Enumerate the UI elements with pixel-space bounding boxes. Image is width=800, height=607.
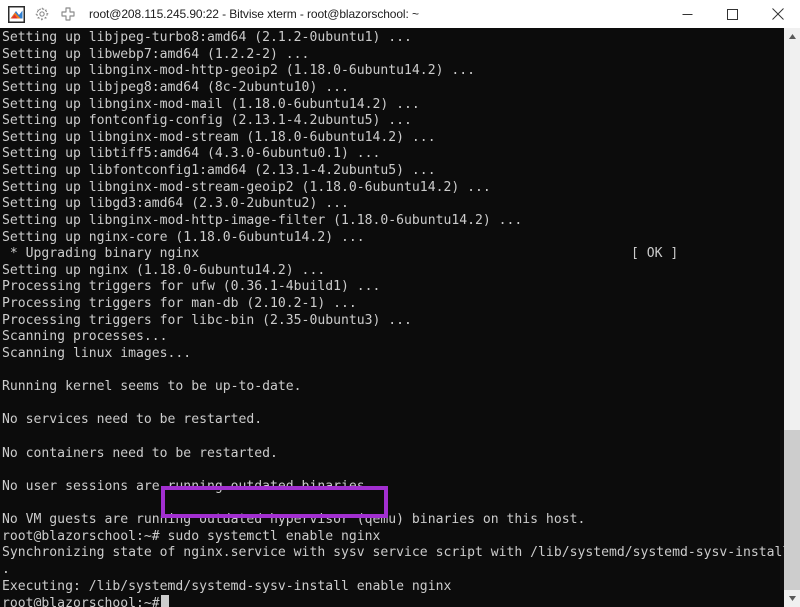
terminal-line: Setting up libfontconfig1:amd64 (2.13.1-…	[2, 163, 436, 178]
terminal-output-area[interactable]: Setting up libjpeg-turbo8:amd64 (2.1.2-0…	[0, 28, 784, 607]
window-title: root@208.115.245.90:22 - Bitvise xterm -…	[89, 7, 419, 21]
status-ok-badge: [ OK ]	[631, 246, 679, 262]
terminal-line: Setting up libjpeg-turbo8:amd64 (2.1.2-0…	[2, 30, 412, 45]
terminal-line: Setting up libnginx-mod-stream-geoip2 (1…	[2, 179, 491, 195]
terminal-line: Setting up libnginx-mod-http-geoip2 (1.1…	[2, 63, 475, 79]
bitvise-xterm-window: root@208.115.245.90:22 - Bitvise xterm -…	[0, 0, 800, 607]
terminal-line-list: Setting up libjpeg-turbo8:amd64 (2.1.2-0…	[0, 28, 784, 607]
terminal-line: Setting up libnginx-mod-http-image-filte…	[2, 212, 523, 228]
scrollbar-thumb[interactable]	[784, 430, 800, 590]
terminal-line: No services need to be restarted.	[2, 412, 263, 428]
terminal-line: Processing triggers for libc-bin (2.35-0…	[2, 312, 412, 328]
terminal-line: Executing: /lib/systemd/systemd-sysv-ins…	[2, 578, 452, 594]
terminal-line: Setting up libwebp7:amd64 (1.2.2-2) ...	[2, 46, 310, 62]
minimize-button[interactable]	[665, 0, 710, 28]
terminal-line: Setting up nginx-core (1.18.0-6ubuntu14.…	[2, 229, 365, 245]
terminal-line: Scanning processes...	[2, 329, 168, 345]
terminal-line: .	[2, 562, 10, 577]
terminal-line: Setting up nginx (1.18.0-6ubuntu14.2) ..…	[2, 262, 326, 278]
maximize-button[interactable]	[710, 0, 755, 28]
terminal-line: Synchronizing state of nginx.service wit…	[2, 545, 784, 561]
terminal-line: No VM guests are running outdated hyperv…	[2, 512, 586, 528]
terminal-cursor	[160, 595, 169, 607]
terminal-line: No user sessions are running outdated bi…	[2, 478, 373, 494]
terminal-line-text: * Upgrading binary nginx	[2, 246, 200, 262]
terminal-line: Setting up libjpeg8:amd64 (8c-2ubuntu10)…	[2, 79, 349, 95]
terminal-line: root@blazorschool:~# sudo systemctl enab…	[2, 528, 381, 544]
terminal-line: Setting up fontconfig-config (2.13.1-4.2…	[2, 113, 412, 129]
close-button[interactable]	[755, 0, 800, 28]
scrollbar-track[interactable]	[784, 45, 800, 590]
terminal-line: No containers need to be restarted.	[2, 445, 278, 461]
terminal-line: Setting up libtiff5:amd64 (4.3.0-6ubuntu…	[2, 146, 381, 162]
terminal-line: Setting up libnginx-mod-stream (1.18.0-6…	[2, 129, 436, 145]
terminal-line: Setting up libgd3:amd64 (2.3.0-2ubuntu2)…	[2, 196, 349, 212]
terminal-line: Processing triggers for ufw (0.36.1-4bui…	[2, 279, 381, 295]
gear-icon[interactable]	[31, 3, 53, 25]
terminal-line: Setting up libnginx-mod-mail (1.18.0-6ub…	[2, 96, 420, 112]
terminal-line: Running kernel seems to be up-to-date.	[2, 379, 302, 395]
plus-icon[interactable]	[57, 3, 79, 25]
terminal-line: Scanning linux images...	[2, 345, 192, 361]
terminal-prompt-line: root@blazorschool:~#	[2, 595, 784, 607]
terminal-line: Processing triggers for man-db (2.10.2-1…	[2, 296, 357, 311]
scroll-up-arrow-icon[interactable]	[784, 28, 800, 45]
terminal-scrollbar[interactable]	[784, 28, 800, 607]
terminal-line: * Upgrading binary nginx [ OK ]	[2, 246, 784, 263]
title-bar[interactable]: root@208.115.245.90:22 - Bitvise xterm -…	[0, 0, 800, 28]
bitvise-app-icon	[5, 3, 27, 25]
scroll-down-arrow-icon[interactable]	[784, 590, 800, 607]
